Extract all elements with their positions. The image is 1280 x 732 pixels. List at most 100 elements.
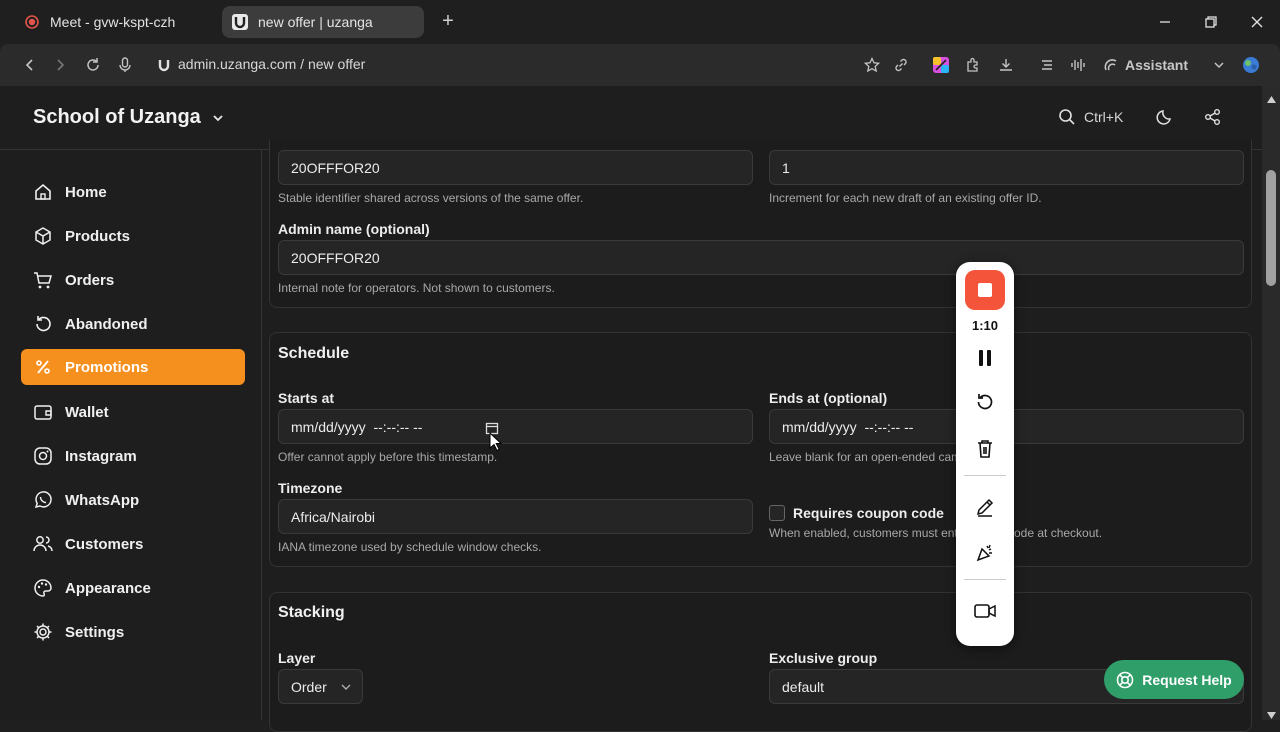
sidebar-item-customers[interactable]: Customers (21, 526, 245, 562)
link-icon[interactable] (889, 53, 913, 77)
layer-select[interactable]: Order (278, 669, 363, 704)
page-scrollbar[interactable] (1262, 86, 1280, 720)
divider (964, 579, 1006, 580)
sidebar-item-label: Home (65, 183, 107, 201)
color-picker-icon[interactable] (929, 53, 953, 77)
palette-icon (33, 578, 53, 598)
users-icon (33, 534, 53, 554)
layer-label: Layer (278, 650, 316, 666)
instagram-icon (33, 446, 53, 466)
stop-icon (978, 283, 992, 297)
sidebar-item-label: Wallet (65, 403, 109, 421)
confetti-icon[interactable] (973, 541, 997, 565)
tab-label: Meet - gvw-kspt-czh (50, 14, 176, 30)
offer-id-field[interactable]: 20OFFFOR20 (278, 150, 753, 185)
profile-avatar[interactable] (1239, 53, 1263, 77)
close-window-icon[interactable] (1242, 8, 1272, 36)
minimize-icon[interactable] (1150, 8, 1180, 36)
sidebar-item-products[interactable]: Products (21, 218, 245, 254)
sidebar-item-abandoned[interactable]: Abandoned (21, 306, 245, 342)
sidebar-item-settings[interactable]: Settings (21, 614, 245, 650)
ends-at-label: Ends at (optional) (769, 390, 888, 406)
sidebar-item-label: WhatsApp (65, 491, 140, 509)
reading-list-icon[interactable] (1035, 53, 1059, 77)
chevron-down-icon (341, 684, 351, 690)
sidebar-item-label: Instagram (65, 447, 137, 465)
search-button[interactable]: Ctrl+K (1058, 108, 1123, 126)
extensions-icon[interactable] (961, 53, 985, 77)
restart-icon[interactable] (973, 390, 997, 414)
tab-new-offer[interactable]: new offer | uzanga (222, 6, 424, 38)
browser-toolbar: admin.uzanga.com / new offer Assistant (0, 44, 1280, 86)
download-icon[interactable] (994, 53, 1018, 77)
assistant-icon (1104, 59, 1117, 71)
store-switcher[interactable]: School of Uzanga (33, 106, 225, 129)
bookmark-star-icon[interactable] (860, 53, 884, 77)
offer-id-help: Stable identifier shared across versions… (278, 191, 584, 205)
starts-at-label: Starts at (278, 390, 335, 406)
sidebar-item-whatsapp[interactable]: WhatsApp (21, 482, 245, 518)
sidebar-item-promotions[interactable]: Promotions (21, 349, 245, 385)
uzanga-favicon (232, 14, 248, 30)
stacking-title: Stacking (278, 604, 345, 621)
stacking-card (269, 592, 1252, 732)
requires-coupon-help-tail: ode at checkout. (1014, 526, 1103, 540)
box-icon (33, 226, 53, 246)
recording-timer: 1:10 (971, 318, 999, 333)
site-favicon (152, 53, 176, 77)
audio-wave-icon[interactable] (1066, 53, 1090, 77)
assistant-button[interactable]: Assistant (1103, 55, 1188, 75)
sidebar-item-label: Promotions (65, 358, 149, 376)
camera-icon[interactable] (973, 599, 997, 623)
lifebuoy-icon (1116, 671, 1134, 688)
pen-icon[interactable] (973, 495, 997, 519)
pause-icon[interactable] (973, 346, 997, 370)
sidebar-item-orders[interactable]: Orders (21, 262, 245, 298)
sidebar-item-label: Settings (65, 623, 125, 641)
percent-icon (33, 357, 53, 377)
microphone-icon[interactable] (113, 53, 137, 77)
admin-name-help: Internal note for operators. Not shown t… (278, 281, 555, 295)
scroll-down-arrow[interactable] (1267, 706, 1276, 724)
share-icon[interactable] (1204, 108, 1224, 128)
mouse-cursor (489, 431, 503, 457)
reload-icon[interactable] (81, 53, 105, 77)
sidebar-item-appearance[interactable]: Appearance (21, 570, 245, 606)
timezone-field[interactable]: Africa/Nairobi (278, 499, 753, 534)
tab-label: new offer | uzanga (258, 14, 373, 30)
layer-value: Order (291, 678, 327, 695)
new-tab-icon[interactable]: + (437, 10, 459, 32)
request-help-button[interactable]: Request Help (1104, 660, 1244, 699)
schedule-title: Schedule (278, 345, 350, 362)
cart-icon (33, 270, 53, 290)
restore-window-icon[interactable] (1196, 8, 1226, 36)
scrollbar-thumb[interactable] (1266, 170, 1276, 286)
trash-icon[interactable] (973, 437, 997, 461)
requires-coupon-help: When enabled, customers must ent (769, 526, 958, 540)
timezone-help: IANA timezone used by schedule window ch… (278, 540, 542, 554)
whatsapp-icon (33, 490, 53, 510)
starts-at-help: Offer cannot apply before this timestamp… (278, 450, 498, 464)
screen-recorder-widget: 1:10 (956, 262, 1014, 646)
brand-name: School of Uzanga (33, 106, 201, 128)
ends-at-help: Leave blank for an open-ended cam (769, 450, 962, 464)
scroll-up-arrow[interactable] (1267, 90, 1276, 108)
sidebar-item-instagram[interactable]: Instagram (21, 438, 245, 474)
dark-mode-icon[interactable] (1156, 108, 1176, 128)
sidebar-item-wallet[interactable]: Wallet (21, 394, 245, 430)
requires-coupon-checkbox[interactable] (769, 505, 785, 521)
wallet-icon (33, 402, 53, 422)
tab-meet[interactable]: Meet - gvw-kspt-czh (14, 6, 214, 38)
forward-icon[interactable] (48, 53, 72, 77)
home-icon (33, 182, 53, 202)
sidebar-item-label: Appearance (65, 579, 151, 597)
back-icon[interactable] (18, 53, 42, 77)
chevron-down-icon[interactable] (1207, 53, 1231, 77)
sidebar-item-home[interactable]: Home (21, 174, 245, 210)
timezone-label: Timezone (278, 480, 343, 496)
starts-at-input[interactable]: mm/dd/yyyy --:--:-- -- (278, 409, 753, 444)
stop-recording-button[interactable] (965, 270, 1005, 310)
version-field[interactable]: 1 (769, 150, 1244, 185)
admin-name-field[interactable]: 20OFFFOR20 (278, 240, 1244, 275)
address-bar[interactable]: admin.uzanga.com / new offer (178, 56, 365, 72)
